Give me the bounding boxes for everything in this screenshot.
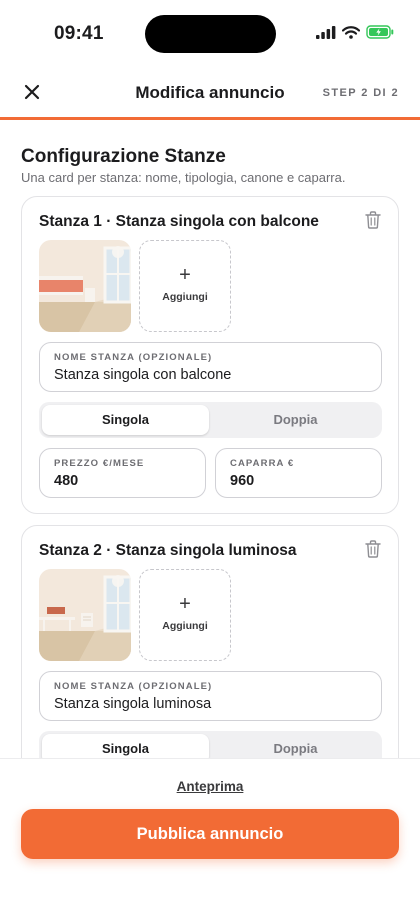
room-name-label: NOME STANZA (OPZIONALE) <box>54 681 213 692</box>
room-card: Stanza 1 · Stanza singola con balcone + … <box>21 196 399 514</box>
price-input[interactable]: 480 <box>54 473 78 489</box>
room-photo[interactable] <box>39 240 131 332</box>
preview-link[interactable]: Anteprima <box>0 779 420 794</box>
price-label: PREZZO €/MESE <box>54 458 145 469</box>
room-name-field[interactable]: NOME STANZA (OPZIONALE) Stanza singola l… <box>39 671 382 721</box>
deposit-input[interactable]: 960 <box>230 473 254 489</box>
deposit-field[interactable]: CAPARRA € 960 <box>215 448 382 498</box>
add-photo-label: Aggiungi <box>162 620 208 632</box>
add-photo-button[interactable]: + Aggiungi <box>139 569 231 661</box>
room-type-option-doppia[interactable]: Doppia <box>212 405 379 435</box>
room-title: Stanza 1 · Stanza singola con balcone <box>39 213 319 230</box>
room-name-field[interactable]: NOME STANZA (OPZIONALE) Stanza singola c… <box>39 342 382 392</box>
section-title: Configurazione Stanze <box>21 146 226 167</box>
price-field[interactable]: PREZZO €/MESE 480 <box>39 448 206 498</box>
room-type-option-singola[interactable]: Singola <box>42 405 209 435</box>
add-photo-button[interactable]: + Aggiungi <box>139 240 231 332</box>
section-subtitle: Una card per stanza: nome, tipologia, ca… <box>21 170 346 185</box>
add-photo-label: Aggiungi <box>162 291 208 303</box>
battery-icon <box>366 25 394 39</box>
room-name-label: NOME STANZA (OPZIONALE) <box>54 352 213 363</box>
plus-icon: + <box>179 264 191 286</box>
deposit-label: CAPARRA € <box>230 458 295 469</box>
room-card: Stanza 2 · Stanza singola luminosa + Agg… <box>21 525 399 763</box>
publish-button[interactable]: Pubblica annuncio <box>21 809 399 859</box>
room-name-input[interactable]: Stanza singola luminosa <box>54 696 211 712</box>
room-type-segmented-control: Singola Doppia <box>39 402 382 438</box>
trash-icon[interactable] <box>365 540 381 558</box>
room-title: Stanza 2 · Stanza singola luminosa <box>39 542 297 559</box>
room-name-input[interactable]: Stanza singola con balcone <box>54 367 231 383</box>
plus-icon: + <box>179 593 191 615</box>
status-icons <box>316 25 394 39</box>
wifi-icon <box>342 25 360 39</box>
trash-icon[interactable] <box>365 211 381 229</box>
status-bar: 09:41 <box>0 0 420 66</box>
signal-icon <box>316 25 336 39</box>
top-nav-bar: Modifica annuncio STEP 2 DI 2 <box>0 66 420 120</box>
room-photo[interactable] <box>39 569 131 661</box>
main-content[interactable]: Configurazione Stanze Una card per stanz… <box>0 123 420 763</box>
dynamic-island <box>145 15 276 53</box>
step-indicator: STEP 2 DI 2 <box>322 87 399 99</box>
bottom-action-bar: Anteprima Pubblica annuncio <box>0 758 420 913</box>
status-time: 09:41 <box>54 23 104 44</box>
